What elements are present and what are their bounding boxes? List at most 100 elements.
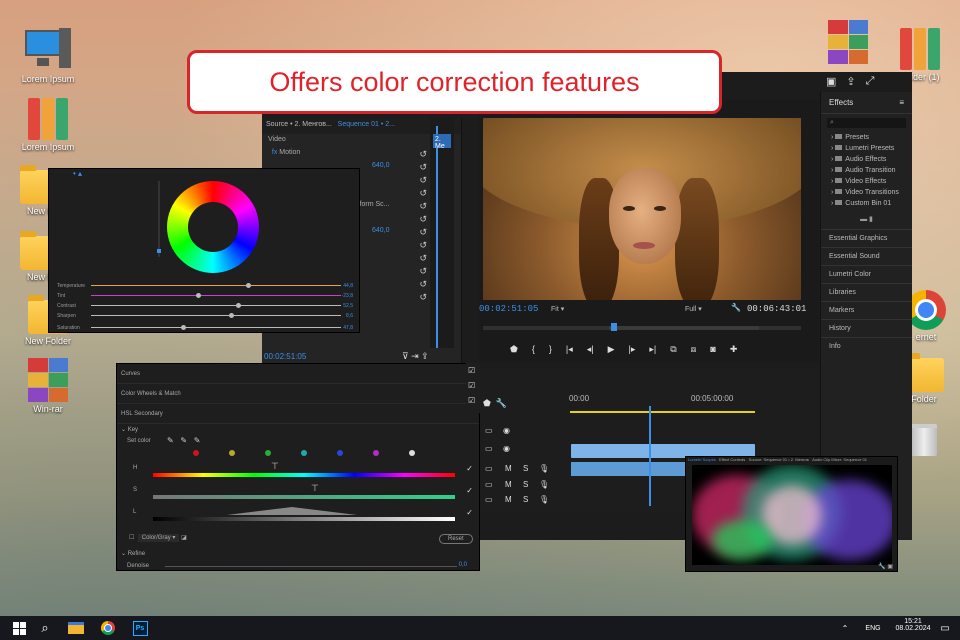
fit-select[interactable]: Fit ▾ xyxy=(551,305,564,313)
timeline-playhead[interactable] xyxy=(649,406,651,506)
search-icon[interactable]: ⌕ xyxy=(34,616,56,640)
section-color-wheels[interactable]: Color Wheels & Match xyxy=(117,384,479,404)
scope-tab-effect-controls[interactable]: Effect Controls xyxy=(719,457,745,462)
mute-toggle[interactable]: M xyxy=(505,464,512,473)
saturation-checkbox[interactable]: ✓ xyxy=(466,486,473,495)
slider-knob[interactable] xyxy=(228,313,234,318)
position-value[interactable]: 640,0 xyxy=(372,162,390,169)
source-tab[interactable]: Source • 2. Менгов... xyxy=(266,121,332,128)
full-select[interactable]: Full ▾ xyxy=(685,305,702,313)
snap-icon[interactable]: ⬟ xyxy=(483,398,491,408)
mute-toggle[interactable]: M xyxy=(505,495,512,504)
color-wheel-center[interactable] xyxy=(188,202,238,252)
desktop-icon-binders[interactable]: Lorem Ipsum xyxy=(12,98,84,152)
color-gray-checkbox[interactable]: ☐ xyxy=(129,535,134,541)
eyedropper-subtract-icon[interactable]: ✎ xyxy=(194,436,201,445)
taskbar-chrome[interactable] xyxy=(96,616,120,640)
work-area-bar[interactable] xyxy=(570,411,755,413)
slider-track[interactable] xyxy=(91,293,341,298)
panel-section-essential-graphics[interactable]: Essential Graphics xyxy=(821,229,912,247)
slider-track[interactable] xyxy=(91,303,341,308)
color-swatch[interactable] xyxy=(337,450,343,456)
slider-value[interactable]: 52,5 xyxy=(343,303,353,309)
clock[interactable]: 15:21 08.02.2024 xyxy=(895,618,931,632)
scope-tab-lumetri[interactable]: Lumetri Scopes xyxy=(688,457,716,462)
solo-toggle[interactable]: S xyxy=(523,464,528,473)
effects-item[interactable]: › Audio Effects xyxy=(821,154,912,165)
slider-value[interactable]: 47,8 xyxy=(343,325,353,331)
tray-chevron-icon[interactable]: ⌃ xyxy=(838,616,852,640)
taskbar-explorer[interactable] xyxy=(64,616,88,640)
refine-heading[interactable]: ⌄ Refine xyxy=(121,550,145,557)
solo-toggle[interactable]: S xyxy=(523,495,528,504)
color-swatch[interactable] xyxy=(193,450,199,456)
reset-icon[interactable]: ↺ xyxy=(419,266,427,277)
scope-tab-audio-mixer[interactable]: Audio Clip Mixer: Sequence 01 xyxy=(812,457,867,462)
reset-icon[interactable]: ↺ xyxy=(419,201,427,212)
hue-range-handle[interactable]: ⊤ xyxy=(271,461,279,472)
track-output-icon[interactable]: ▭ xyxy=(485,444,493,453)
reset-icon[interactable]: ↺ xyxy=(419,292,427,303)
filter-icon[interactable]: ⊽ ⇥ ⇪ xyxy=(402,351,429,362)
mute-toggle[interactable]: M xyxy=(505,480,512,489)
slider-value[interactable]: -23,8 xyxy=(342,293,353,299)
effects-item[interactable]: › Video Effects xyxy=(821,176,912,187)
slider-value[interactable]: 44,8 xyxy=(343,283,353,289)
new-bin-icon[interactable]: ▣ xyxy=(826,75,836,89)
checkbox-icon[interactable]: ☑ xyxy=(468,366,478,375)
timeline-ruler[interactable]: 00:00 00:05:00:00 xyxy=(569,388,819,408)
desktop-icon-winrar[interactable]: Win-rar xyxy=(12,358,84,414)
track-output-icon[interactable]: ▭ xyxy=(485,426,493,435)
panel-menu-icon[interactable]: ≡ xyxy=(899,98,904,107)
track-output-icon[interactable]: ▭ xyxy=(485,480,493,489)
microphone-icon[interactable]: 🎙 xyxy=(539,464,549,473)
color-gray-select[interactable]: Color/Gray ▾ xyxy=(137,534,180,542)
section-curves[interactable]: Curves xyxy=(117,364,479,384)
wrench-icon[interactable]: 🔧 xyxy=(496,398,507,408)
reset-icon[interactable]: ↺ xyxy=(419,175,427,186)
luminance-checkbox[interactable]: ✓ xyxy=(466,508,473,517)
effects-item[interactable]: › Custom Bin 01 xyxy=(821,198,912,209)
effects-search-input[interactable]: ⌕ xyxy=(827,118,906,128)
desktop-icon-winrar-right[interactable] xyxy=(812,20,884,64)
slider-knob[interactable] xyxy=(246,283,251,288)
playhead[interactable] xyxy=(436,126,438,348)
solo-toggle[interactable]: S xyxy=(523,480,528,489)
microphone-icon[interactable]: 🎙 xyxy=(539,495,549,504)
panel-section-markers[interactable]: Markers xyxy=(821,301,912,319)
go-to-in-icon[interactable]: |◂ xyxy=(566,344,573,355)
panel-section-lumetri-color[interactable]: Lumetri Color xyxy=(821,265,912,283)
effects-item[interactable]: › Video Transitions xyxy=(821,187,912,198)
color-wheel[interactable] xyxy=(167,181,259,273)
scope-settings-icon[interactable]: 🔧 ▣ xyxy=(878,563,893,570)
step-forward-icon[interactable]: |▸ xyxy=(629,344,636,355)
track-output-icon[interactable]: ▭ xyxy=(485,495,493,504)
reset-icon[interactable]: ↺ xyxy=(419,227,427,238)
color-swatch[interactable] xyxy=(265,450,271,456)
hue-range-bar[interactable] xyxy=(153,473,455,477)
mark-out-icon[interactable]: } xyxy=(549,344,552,355)
panel-section-libraries[interactable]: Libraries xyxy=(821,283,912,301)
share-icon[interactable]: ⇪ xyxy=(846,75,855,89)
slider-track[interactable] xyxy=(91,313,341,318)
wrench-icon[interactable]: 🔧 xyxy=(731,303,741,312)
panel-tab-icons[interactable]: • ▴ xyxy=(73,169,82,178)
anchor-value[interactable]: 640,0 xyxy=(372,227,390,234)
scope-tab-source[interactable]: Source: Sequence 01 • 2. Менгов xyxy=(749,457,809,462)
reset-icon[interactable]: ↺ xyxy=(419,214,427,225)
effects-item[interactable]: › Lumetri Presets xyxy=(821,143,912,154)
denoise-slider[interactable] xyxy=(165,566,457,567)
track-output-icon[interactable]: ▭ xyxy=(485,464,493,473)
panel-section-history[interactable]: History xyxy=(821,319,912,337)
color-swatch[interactable] xyxy=(373,450,379,456)
checkbox-icon[interactable]: ☑ xyxy=(468,396,478,405)
effects-item[interactable]: › Presets xyxy=(821,132,912,143)
reset-button[interactable]: Reset xyxy=(439,534,473,544)
slider-track[interactable] xyxy=(91,325,341,330)
slider-knob[interactable] xyxy=(236,303,241,308)
color-swatch[interactable] xyxy=(301,450,307,456)
effects-item[interactable]: › Audio Transition xyxy=(821,165,912,176)
eye-icon[interactable]: ◉ xyxy=(503,426,510,435)
reset-icon[interactable]: ↺ xyxy=(419,279,427,290)
insert-icon[interactable]: ⧉ xyxy=(670,344,676,355)
